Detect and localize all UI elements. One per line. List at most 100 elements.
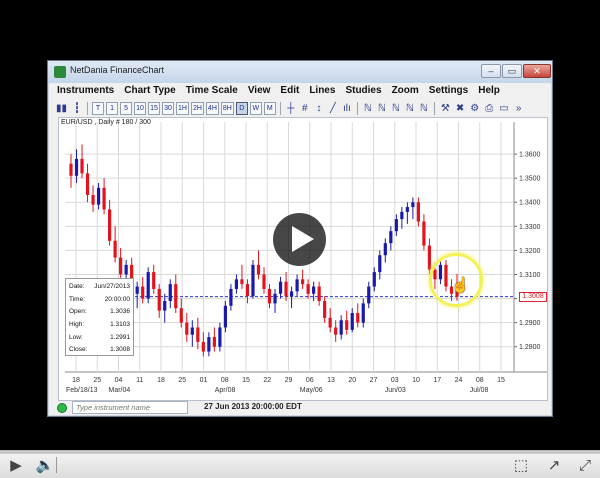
volume-slider[interactable] <box>56 457 66 473</box>
x-tick-label: 04 <box>115 377 123 384</box>
candle-body <box>378 255 382 273</box>
cursor-icon[interactable]: ↕ <box>313 102 325 115</box>
candle-body <box>295 279 299 292</box>
candle-body <box>212 337 216 347</box>
candle-body <box>251 264 255 297</box>
candlestick-chart-icon[interactable]: ▮▮ <box>54 102 69 115</box>
interval-10-button[interactable]: 10 <box>134 102 147 115</box>
settings-icon[interactable]: ⚙ <box>468 102 481 115</box>
candle-body <box>312 286 316 294</box>
candle-body <box>240 279 244 285</box>
interval-tick-button[interactable]: T <box>92 102 105 115</box>
current-price-tag: 1.3008 <box>519 291 547 302</box>
menu-help[interactable]: Help <box>473 83 505 100</box>
candle-body <box>174 284 178 309</box>
interval-weekly-button[interactable]: W <box>249 102 262 115</box>
fullscreen-icon[interactable]: ⤢ <box>574 457 596 475</box>
indicator-icon[interactable]: ılı <box>341 102 353 115</box>
interval-1-button[interactable]: 1 <box>106 102 119 115</box>
candle-body <box>229 288 233 306</box>
interval-4h-button[interactable]: 4H <box>205 102 219 115</box>
study-2-icon[interactable]: ℕ <box>376 102 388 115</box>
status-datetime: 27 Jun 2013 20:00:00 EDT <box>204 402 302 411</box>
data-row-high: High: 1.3103 <box>69 321 130 329</box>
x-month-label: Jul/08 <box>470 387 489 394</box>
candle-body <box>152 272 156 289</box>
candle-body <box>135 286 139 294</box>
candle-body <box>328 317 332 328</box>
crosshair-icon[interactable]: ┼ <box>285 102 297 115</box>
y-tick-label: 1.3500 <box>519 176 541 183</box>
theater-mode-icon[interactable]: ⬚ <box>510 457 532 475</box>
study-1-icon[interactable]: ℕ <box>362 102 374 115</box>
x-tick-label: 25 <box>93 377 101 384</box>
candle-body <box>405 207 409 212</box>
data-row-low: Low: 1.2991 <box>69 333 130 341</box>
player-play-icon[interactable]: ▶ <box>6 457 26 475</box>
more-icon[interactable]: » <box>513 102 525 115</box>
y-tick-label: 1.2800 <box>519 344 541 351</box>
ohlc-data-box: Date: Jun/27/2013 Time: 20:00:00 Open: 1.30… <box>65 278 134 356</box>
interval-5-button[interactable]: 5 <box>120 102 133 115</box>
study-5-icon[interactable]: ℕ <box>418 102 430 115</box>
candle-body <box>367 286 371 304</box>
interval-monthly-button[interactable]: M <box>263 102 276 115</box>
menu-lines[interactable]: Lines <box>304 83 340 100</box>
interval-30-button[interactable]: 30 <box>162 102 175 115</box>
interval-1h-button[interactable]: 1H <box>176 102 189 115</box>
symbol-label: EUR/USD , Daily # 180 / 300 <box>61 119 151 126</box>
minimize-button[interactable]: – <box>481 64 501 78</box>
menu-studies[interactable]: Studies <box>340 83 386 100</box>
x-month-label: Feb/18/13 <box>66 387 98 394</box>
candle-body <box>234 279 239 289</box>
video-play-button[interactable] <box>273 213 326 266</box>
print-icon[interactable]: ⎙ <box>483 102 495 115</box>
x-tick-label: 11 <box>136 377 143 384</box>
candle-body <box>196 327 200 342</box>
interval-15-button[interactable]: 15 <box>148 102 161 115</box>
x-month-label: May/06 <box>300 387 323 394</box>
x-tick-label: 25 <box>178 377 186 384</box>
study-4-icon[interactable]: ℕ <box>404 102 416 115</box>
candle-body <box>345 320 349 330</box>
menu-edit[interactable]: Edit <box>275 83 304 100</box>
close-button[interactable]: ✕ <box>523 64 551 78</box>
menu-chart-type[interactable]: Chart Type <box>119 83 181 100</box>
x-tick-label: 13 <box>327 377 335 384</box>
interval-daily-button[interactable]: D <box>235 102 248 115</box>
x-tick-label: 08 <box>476 377 484 384</box>
share-icon[interactable]: ↗ <box>543 457 565 475</box>
x-tick-label: 10 <box>412 377 420 384</box>
hammer-icon[interactable]: ⚒ <box>439 102 452 115</box>
draw-trend-icon[interactable]: ╱ <box>327 102 339 115</box>
window-icon[interactable]: ▭ <box>497 102 510 115</box>
candle-body <box>124 264 128 275</box>
delete-icon[interactable]: ✖ <box>454 102 466 115</box>
x-month-label: Mar/04 <box>109 387 131 394</box>
menu-settings[interactable]: Settings <box>424 83 473 100</box>
menu-instruments[interactable]: Instruments <box>52 83 119 100</box>
candle-body <box>245 284 250 297</box>
candle-body <box>157 288 161 311</box>
progress-track[interactable] <box>0 451 600 454</box>
volume-icon[interactable]: 🔈 <box>34 457 56 475</box>
bar-chart-icon[interactable]: ┇ <box>71 102 83 115</box>
study-3-icon[interactable]: ℕ <box>390 102 402 115</box>
grid-icon[interactable]: # <box>299 102 311 115</box>
instrument-search-input[interactable] <box>72 401 188 414</box>
toolbar-separator <box>356 102 358 115</box>
interval-2h-button[interactable]: 2H <box>190 102 204 115</box>
x-tick-label: 27 <box>370 377 378 384</box>
app-icon <box>54 66 66 78</box>
maximize-button[interactable]: ▭ <box>502 64 522 78</box>
candle-body <box>394 219 398 232</box>
interval-8h-button[interactable]: 8H <box>220 102 234 115</box>
menu-view[interactable]: View <box>243 83 276 100</box>
menu-time-scale[interactable]: Time Scale <box>181 83 243 100</box>
candle-body <box>427 245 432 270</box>
menu-zoom[interactable]: Zoom <box>387 83 424 100</box>
x-tick-label: 15 <box>497 377 505 384</box>
x-tick-label: 22 <box>263 377 271 384</box>
title-bar[interactable]: NetDania FinanceChart – ▭ ✕ <box>48 61 552 83</box>
candle-body <box>218 327 222 347</box>
